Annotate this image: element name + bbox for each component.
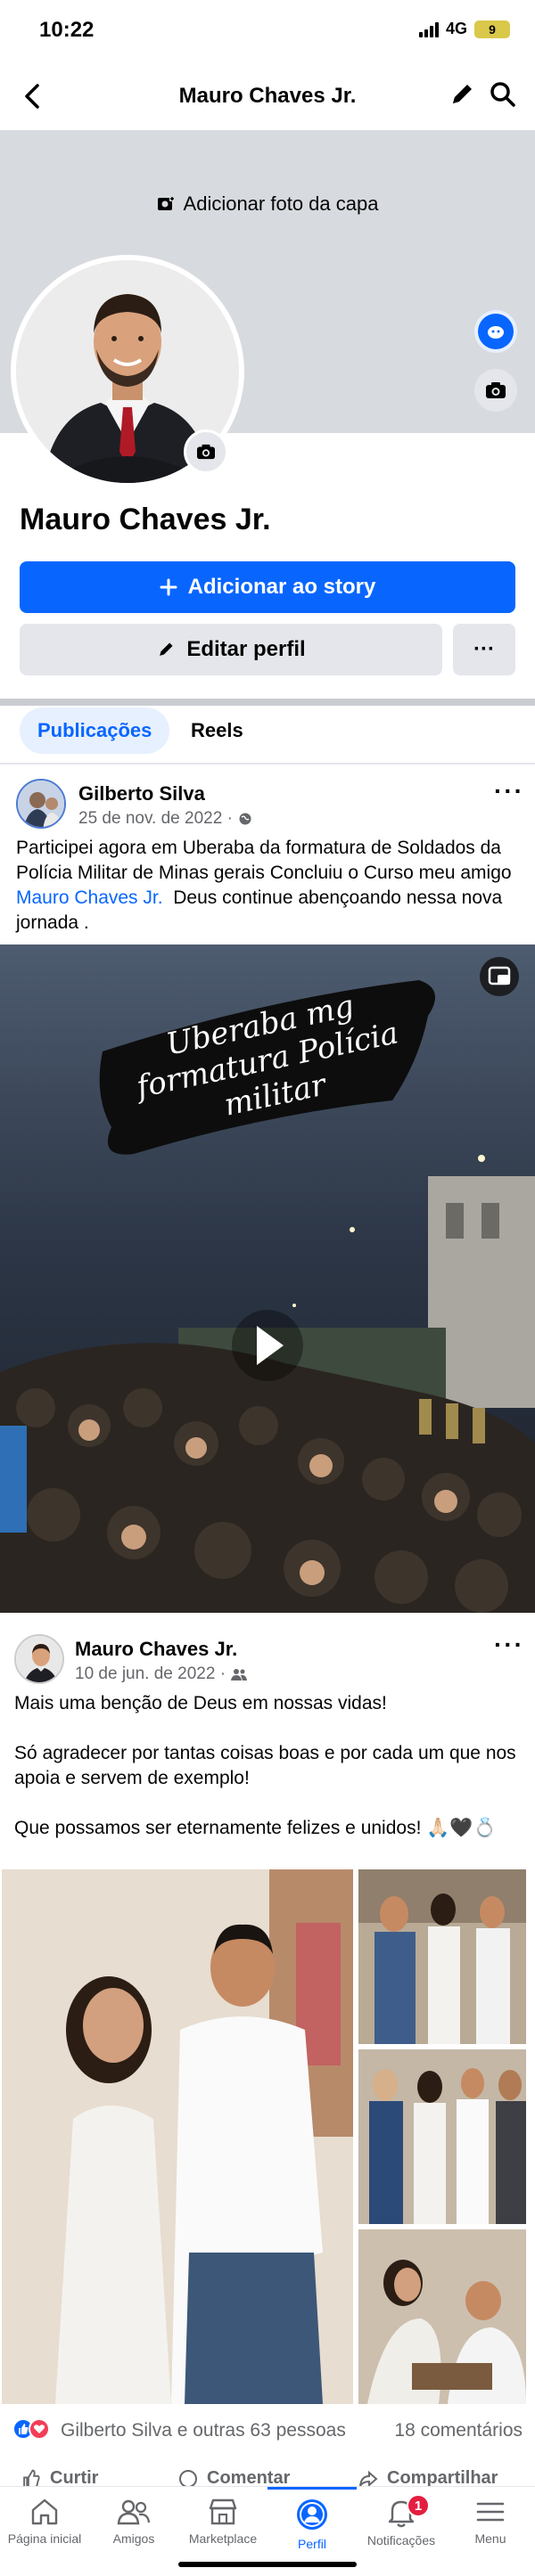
- post-text: Participei agora em Uberaba da formatura…: [16, 836, 521, 936]
- nav-label: Página inicial: [7, 2531, 82, 2546]
- section-divider: [0, 699, 535, 706]
- love-reaction-icon: [29, 2418, 50, 2440]
- like-label: Curtir: [50, 2468, 99, 2486]
- add-cover-label: Adicionar foto da capa: [183, 192, 379, 215]
- globe-icon: [238, 812, 252, 826]
- nav-label: Menu: [474, 2531, 506, 2546]
- post-text: Mais uma benção de Deus em nossas vidas!…: [14, 1693, 516, 1838]
- plus-icon: [160, 578, 177, 596]
- comment-button[interactable]: Comentar: [178, 2468, 290, 2486]
- status-bar: 10:22 4G 9: [0, 0, 535, 62]
- profile-icon: [295, 2498, 329, 2531]
- nav-label: Notificações: [366, 2533, 436, 2547]
- marketplace-icon: [207, 2498, 239, 2526]
- comment-icon: [178, 2469, 198, 2486]
- post-text-part: Participei agora em Uberaba da formatura…: [16, 838, 517, 883]
- nav-label: Perfil: [298, 2537, 326, 2551]
- post-meta: 25 de nov. de 2022 ·: [78, 809, 252, 829]
- more-icon: ···: [473, 637, 495, 661]
- notification-badge: 1: [407, 2494, 430, 2517]
- add-photo-icon: [157, 195, 175, 213]
- edit-profile-button[interactable]: Editar perfil: [20, 624, 442, 675]
- nav-friends[interactable]: Amigos: [89, 2487, 178, 2576]
- pencil-icon[interactable]: [448, 80, 476, 109]
- menu-icon: [475, 2498, 506, 2526]
- share-label: Compartilhar: [387, 2468, 498, 2486]
- home-indicator: [178, 2562, 357, 2567]
- friends-audience-icon: [231, 1667, 248, 1681]
- camera-icon: [485, 380, 506, 400]
- battery-icon: 9: [474, 20, 510, 38]
- camera-icon: [196, 443, 216, 461]
- like-button[interactable]: Curtir: [21, 2468, 98, 2486]
- cover-camera-button[interactable]: [474, 369, 517, 412]
- avatar-face-icon: [478, 314, 514, 349]
- network-type: 4G: [445, 20, 467, 37]
- thumbs-up-icon: [21, 2469, 41, 2486]
- post-author-name[interactable]: Gilberto Silva: [78, 782, 205, 806]
- comment-label: Comentar: [207, 2468, 291, 2486]
- post-date: 25 de nov. de 2022 ·: [78, 809, 233, 828]
- tabs-separator: [0, 763, 535, 765]
- comments-count[interactable]: 18 comentários: [394, 2420, 523, 2441]
- share-icon: [358, 2469, 378, 2486]
- post-more-button[interactable]: ···: [494, 1631, 524, 1659]
- search-icon[interactable]: [489, 80, 517, 109]
- avatar-camera-button[interactable]: [184, 429, 228, 474]
- nav-home[interactable]: Página inicial: [0, 2487, 89, 2576]
- mention-link[interactable]: Mauro Chaves Jr.: [16, 887, 163, 908]
- post-actions: Curtir Comentar Compartilhar: [0, 2459, 535, 2486]
- post-video[interactable]: Uberaba mg formatura Polícia militar: [0, 945, 535, 1613]
- profile-name: Mauro Chaves Jr.: [20, 503, 271, 536]
- reaction-icons: [12, 2418, 50, 2440]
- post-photo-main[interactable]: [2, 1869, 353, 2404]
- post-meta: 10 de jun. de 2022 ·: [75, 1664, 248, 1684]
- tab-reels[interactable]: Reels: [191, 707, 243, 754]
- post-photo-3[interactable]: [358, 2049, 526, 2224]
- top-header: Mauro Chaves Jr.: [0, 62, 535, 130]
- post-more-button[interactable]: ···: [494, 777, 524, 806]
- post-author-avatar[interactable]: [16, 779, 66, 829]
- share-button[interactable]: Compartilhar: [358, 2468, 498, 2486]
- post-photo-2[interactable]: [358, 1869, 526, 2044]
- post-author-name[interactable]: Mauro Chaves Jr.: [75, 1638, 237, 1661]
- add-to-story-label: Adicionar ao story: [187, 575, 376, 599]
- reactions-summary[interactable]: Gilberto Silva e outras 63 pessoas 18 co…: [0, 2411, 535, 2449]
- post-author-avatar[interactable]: [14, 1634, 64, 1684]
- post-photo-4[interactable]: [358, 2229, 526, 2404]
- status-time: 10:22: [39, 18, 95, 42]
- nav-notifications[interactable]: Notificações 1: [357, 2487, 446, 2576]
- add-cover-photo-button[interactable]: Adicionar foto da capa: [0, 192, 535, 216]
- home-icon: [29, 2498, 60, 2526]
- nav-label: Marketplace: [188, 2531, 258, 2546]
- add-to-story-button[interactable]: Adicionar ao story: [20, 561, 515, 613]
- pencil-icon: [156, 640, 176, 659]
- status-indicators: 4G 9: [418, 20, 510, 38]
- nav-label: Amigos: [112, 2531, 155, 2546]
- avatar-edit-button[interactable]: [474, 310, 517, 353]
- friends-icon: [117, 2498, 151, 2526]
- tab-publicacoes[interactable]: Publicações: [20, 707, 170, 754]
- profile-more-button[interactable]: ···: [453, 624, 515, 675]
- reactions-text: Gilberto Silva e outras 63 pessoas: [61, 2420, 346, 2441]
- post-date: 10 de jun. de 2022 ·: [75, 1664, 226, 1683]
- nav-menu[interactable]: Menu: [446, 2487, 535, 2576]
- signal-icon: [418, 21, 439, 37]
- edit-profile-label: Editar perfil: [186, 637, 306, 661]
